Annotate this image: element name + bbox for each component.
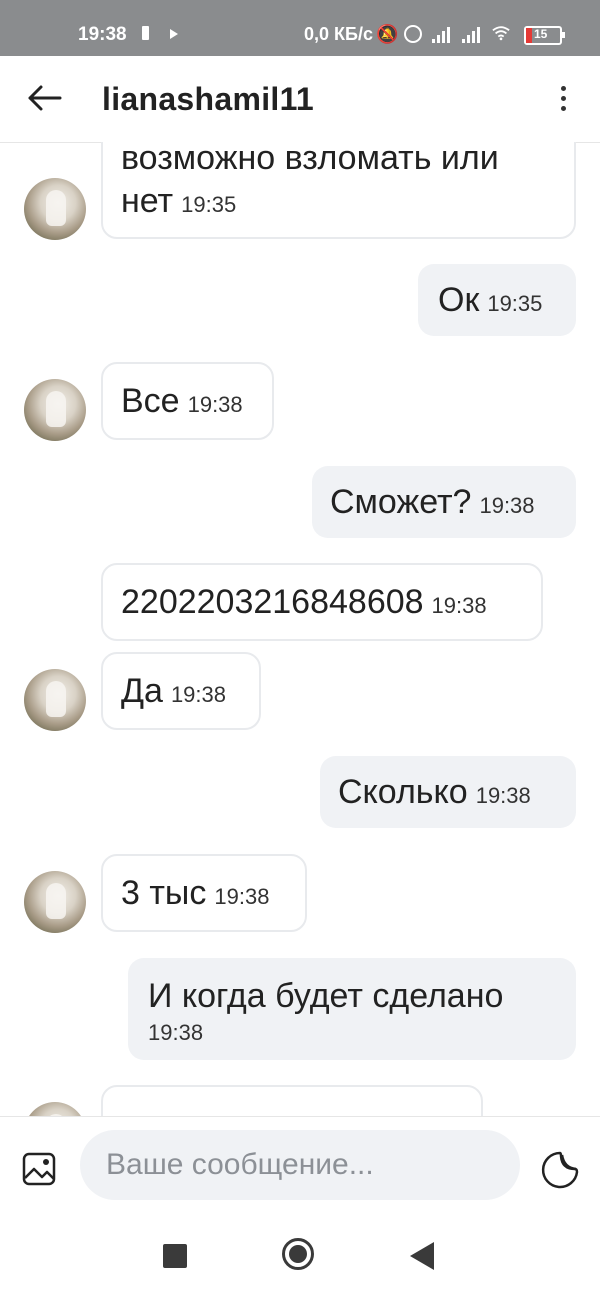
recents-square-icon[interactable] xyxy=(163,1244,187,1268)
message-text: Все xyxy=(121,382,180,420)
message-list[interactable]: возможно взломать или нет 19:35 Ок 19:35 В… xyxy=(0,142,600,1116)
network-speed: 0,0 КБ/с xyxy=(304,24,373,44)
message-bubble-incoming[interactable]: Да 19:38 xyxy=(101,652,261,730)
message-text: Сколько xyxy=(338,773,468,811)
message-bubble-incoming[interactable]: 2202203216848608 19:38 xyxy=(101,563,543,641)
message-bubble-incoming[interactable]: 3 тыс 19:38 xyxy=(101,854,307,932)
more-vertical-icon[interactable] xyxy=(552,82,576,116)
status-icons: 🔕 15 xyxy=(376,22,576,46)
chat-header: lianashamil11 xyxy=(0,56,600,143)
wifi-icon xyxy=(492,26,510,41)
image-gallery-icon[interactable] xyxy=(22,1152,56,1186)
message-bubble-outgoing[interactable]: Сможет? 19:38 xyxy=(312,466,576,538)
message-time: 19:38 xyxy=(475,783,531,808)
avatar[interactable] xyxy=(24,871,86,933)
status-bar: 19:38 0,0 КБ/с 🔕 15 xyxy=(0,0,600,56)
avatar[interactable] xyxy=(24,379,86,441)
message-time: 19:38 xyxy=(148,1020,204,1045)
avatar[interactable] xyxy=(24,669,86,731)
message-text: 2202203216848608 xyxy=(121,583,424,621)
avatar[interactable] xyxy=(24,178,86,240)
message-bubble-incoming[interactable] xyxy=(101,1085,483,1116)
chat-title[interactable]: lianashamil11 xyxy=(102,81,314,118)
battery-saver-icon xyxy=(142,26,149,40)
play-icon xyxy=(170,29,178,39)
message-bubble-outgoing[interactable]: Сколько 19:38 xyxy=(320,756,576,828)
message-text: Ок xyxy=(438,281,480,319)
alarm-icon xyxy=(404,25,422,43)
message-time: 19:35 xyxy=(181,192,237,217)
system-nav-bar xyxy=(0,1212,600,1299)
message-bubble-outgoing[interactable]: И когда будет сделано 19:38 xyxy=(128,958,576,1060)
message-time: 19:38 xyxy=(479,493,535,518)
message-time: 19:35 xyxy=(487,291,543,316)
message-bubble-outgoing[interactable]: Ок 19:35 xyxy=(418,264,576,336)
message-text: Сможет? xyxy=(330,483,472,521)
message-bubble-incoming[interactable]: возможно взломать или нет 19:35 xyxy=(101,142,576,239)
back-triangle-icon[interactable] xyxy=(410,1242,434,1270)
arrow-left-icon[interactable] xyxy=(26,84,62,112)
battery-level: 15 xyxy=(534,27,548,41)
avatar[interactable] xyxy=(24,1102,86,1116)
battery-icon: 15 xyxy=(524,26,565,45)
message-text: И когда будет сделано xyxy=(148,977,504,1015)
message-text: 3 тыс xyxy=(121,874,207,912)
message-bubble-incoming[interactable]: Все 19:38 xyxy=(101,362,274,440)
sticker-icon[interactable] xyxy=(540,1150,580,1190)
message-text: нет xyxy=(121,182,174,220)
message-time: 19:38 xyxy=(187,392,243,417)
message-time: 19:38 xyxy=(431,593,487,618)
status-time: 19:38 xyxy=(78,24,127,45)
message-time: 19:38 xyxy=(170,682,226,707)
bell-muted-icon: 🔕 xyxy=(376,24,399,44)
home-circle-icon[interactable] xyxy=(282,1238,314,1270)
message-time: 19:38 xyxy=(214,884,270,909)
message-text: Да xyxy=(121,672,163,710)
message-text: возможно взломать или xyxy=(121,142,499,177)
message-composer xyxy=(0,1116,600,1213)
message-input[interactable] xyxy=(80,1130,520,1200)
